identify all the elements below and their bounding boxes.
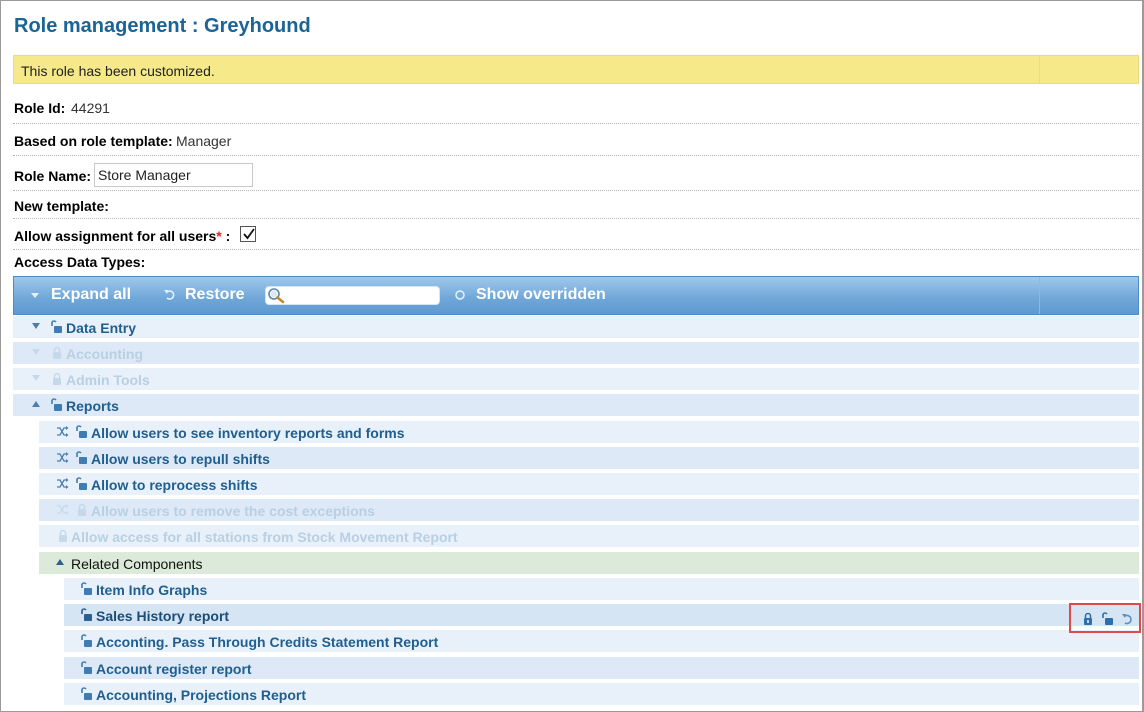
shuffle-icon — [57, 426, 69, 437]
search-input[interactable] — [288, 288, 436, 303]
customized-notice: This role has been customized. — [13, 55, 1139, 84]
role-name-row: Role Name: — [13, 163, 1139, 191]
tree-label-item-info-graphs: Item Info Graphs — [96, 582, 208, 598]
expand-all-button[interactable]: Expand all — [29, 286, 131, 304]
radio-icon — [455, 290, 465, 300]
role-id-value: 44291 — [71, 100, 110, 116]
tree-row[interactable]: Acconting. Pass Through Credits Statemen… — [64, 630, 1139, 654]
tree-row[interactable]: Allow access for all stations from Stock… — [39, 525, 1139, 549]
triangle-down-icon — [31, 293, 39, 298]
tree-row[interactable]: Reports — [13, 394, 1139, 418]
lock-icon — [53, 346, 61, 359]
tree-label-sales-history: Sales History report — [96, 608, 230, 624]
restore-icon[interactable] — [1121, 612, 1134, 626]
access-types-label: Access Data Types: — [14, 254, 146, 270]
tree-label-data-entry: Data Entry — [66, 320, 137, 336]
new-template-row: New template: — [13, 196, 1139, 219]
lock-icon — [78, 503, 86, 516]
tree-label-cost-exceptions: Allow users to remove the cost exception… — [91, 503, 375, 519]
template-label: Based on role template: — [14, 133, 173, 149]
tree-row[interactable]: Allow users to repull shifts — [39, 447, 1139, 471]
shuffle-icon — [57, 452, 69, 463]
magnifier-icon — [268, 288, 285, 304]
new-template-label: New template: — [14, 198, 109, 214]
unlock-icon[interactable] — [80, 634, 93, 648]
collapse-arrow-icon[interactable] — [55, 558, 65, 566]
show-overridden-toggle[interactable]: Show overridden — [454, 286, 606, 304]
tree-row[interactable]: Data Entry — [13, 316, 1139, 340]
tree-row[interactable]: Accounting — [13, 342, 1139, 366]
expand-arrow-icon — [32, 375, 40, 381]
tree-row[interactable]: Item Info Graphs — [64, 578, 1139, 602]
expand-arrow-icon[interactable] — [31, 322, 41, 330]
template-row: Based on role template: Manager — [13, 130, 1139, 156]
tree-label-pass-through-credits: Acconting. Pass Through Credits Statemen… — [96, 634, 439, 650]
role-id-label: Role Id: — [14, 100, 66, 116]
unlock-icon[interactable] — [80, 687, 93, 701]
tree-label-stock-movement: Allow access for all stations from Stock… — [71, 529, 458, 545]
tree-row[interactable]: Allow to reprocess shifts — [39, 473, 1139, 497]
tree-row[interactable]: Account register report — [64, 657, 1139, 681]
unlock-icon[interactable] — [75, 477, 88, 491]
template-value: Manager — [176, 133, 232, 149]
tree-label-admin-tools: Admin Tools — [66, 372, 150, 388]
related-components-group[interactable]: Related Components — [39, 552, 1139, 576]
role-name-label: Role Name: — [14, 168, 92, 184]
tree-label-accounting: Accounting — [66, 346, 143, 362]
tree-label-repull-shifts: Allow users to repull shifts — [91, 451, 270, 467]
page-title: Role management : Greyhound — [14, 15, 311, 37]
toolbar-divider — [1039, 277, 1040, 314]
unlock-icon[interactable] — [50, 398, 63, 412]
tree-row[interactable]: Accounting, Projections Report — [64, 683, 1139, 707]
lock-icon[interactable] — [1083, 612, 1093, 626]
unlock-icon[interactable] — [75, 451, 88, 465]
allow-assignment-checkbox[interactable] — [240, 226, 256, 242]
tree-label-reports: Reports — [66, 398, 119, 414]
lock-icon — [59, 529, 67, 542]
role-name-input[interactable] — [94, 163, 253, 187]
unlock-icon[interactable] — [80, 608, 93, 622]
unlock-icon[interactable] — [1101, 612, 1114, 626]
allow-assignment-row: Allow assignment for all users* : — [13, 224, 1139, 250]
shuffle-icon — [57, 504, 69, 515]
unlock-icon[interactable] — [75, 425, 88, 439]
collapse-arrow-icon[interactable] — [31, 400, 41, 408]
access-types-row: Access Data Types: — [13, 253, 1139, 271]
tree-label-projections-report: Accounting, Projections Report — [96, 687, 307, 703]
restore-icon — [164, 290, 175, 300]
expand-arrow-icon — [32, 349, 40, 355]
tree-row[interactable]: Allow users to see inventory reports and… — [39, 421, 1139, 445]
tree-row[interactable]: Admin Tools — [13, 368, 1139, 392]
role-id-row: Role Id: 44291 — [13, 98, 1139, 124]
unlock-icon[interactable] — [80, 661, 93, 675]
tree-label-related-components: Related Components — [71, 556, 203, 572]
lock-icon — [53, 372, 61, 385]
tree-toolbar: Expand all Restore Show overridden — [13, 276, 1139, 315]
restore-button[interactable]: Restore — [163, 286, 245, 304]
allow-assignment-label: Allow assignment for all users* : — [14, 228, 231, 244]
tree-label-account-register: Account register report — [96, 661, 252, 677]
notice-divider — [1039, 56, 1040, 83]
search-box[interactable] — [265, 286, 440, 305]
tree-label-inventory-reports: Allow users to see inventory reports and… — [91, 425, 405, 441]
tree-row-selected[interactable]: Sales History report — [64, 604, 1139, 628]
unlock-icon[interactable] — [80, 582, 93, 596]
unlock-icon[interactable] — [50, 320, 63, 334]
checkmark-icon — [243, 228, 255, 240]
notice-text: This role has been customized. — [21, 63, 215, 79]
row-actions-highlight — [1069, 603, 1141, 633]
tree-row[interactable]: Allow users to remove the cost exception… — [39, 499, 1139, 523]
tree-label-reprocess-shifts: Allow to reprocess shifts — [91, 477, 258, 493]
shuffle-icon — [57, 478, 69, 489]
